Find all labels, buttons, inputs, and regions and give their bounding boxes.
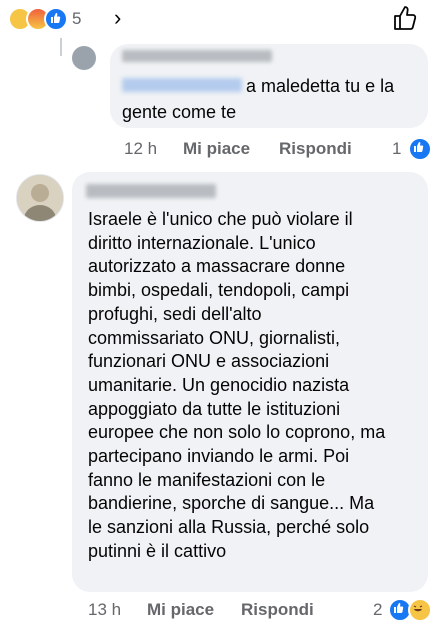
reaction-count: 2 (373, 600, 383, 619)
reply-text-line: a maledetta tu e la (246, 76, 395, 96)
like-button[interactable]: Mi piace (147, 600, 214, 620)
reply-button[interactable]: Rispondi (279, 139, 352, 159)
reply-text-line: gente come te (122, 102, 237, 122)
redacted-mention (122, 78, 242, 92)
avatar[interactable] (16, 174, 64, 222)
comment-timestamp: 13 h (88, 600, 122, 619)
haha-reaction-icon (408, 598, 432, 622)
thread-connector (60, 38, 62, 56)
comment-text: Israele è l'unico che può violare il dir… (88, 209, 386, 561)
reaction-count: 5 (72, 9, 82, 28)
reaction-count: 1 (392, 139, 402, 158)
chevron-right-icon[interactable]: › (114, 5, 121, 31)
reply-button[interactable]: Rispondi (241, 600, 314, 620)
redacted-author-name (122, 50, 272, 62)
avatar[interactable] (72, 46, 96, 70)
comment-timestamp: 12 h (124, 139, 158, 158)
like-reaction-icon (44, 7, 68, 31)
like-button[interactable]: Mi piace (183, 139, 250, 159)
like-reaction-icon[interactable] (408, 137, 432, 161)
reaction-icons[interactable] (388, 598, 432, 622)
thumbs-up-outline-icon[interactable] (391, 4, 419, 37)
redacted-author-name (86, 184, 216, 198)
reaction-summary[interactable]: 5 (8, 6, 81, 32)
